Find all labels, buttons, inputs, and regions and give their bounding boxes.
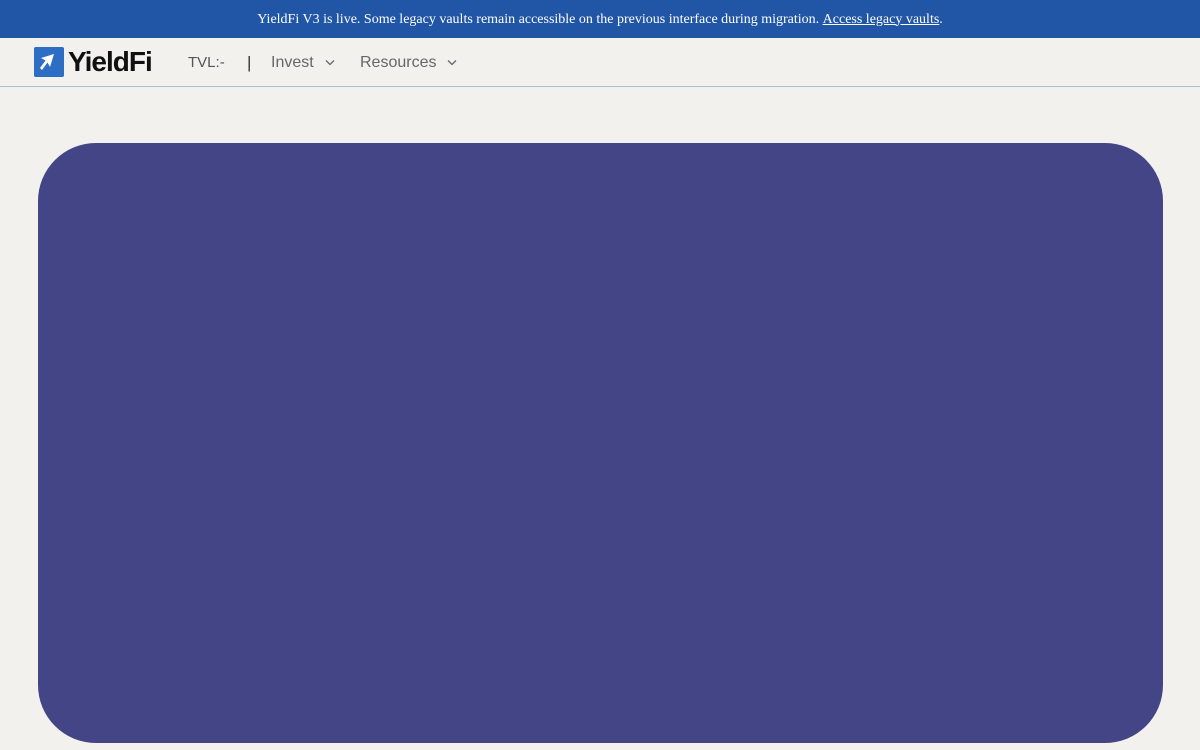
menu-invest-label: Invest	[271, 53, 314, 71]
banner-message: YieldFi V3 is live. Some legacy vaults r…	[257, 11, 820, 27]
access-legacy-vaults-link[interactable]: Access legacy vaults	[823, 12, 940, 28]
nav-separator: |	[247, 38, 251, 87]
yieldfi-logo-icon	[34, 47, 64, 77]
hero-panel	[38, 143, 1163, 743]
chevron-down-icon	[325, 60, 335, 66]
tvl-readout: TVL: -	[188, 38, 225, 87]
chevron-down-icon	[448, 60, 457, 66]
tvl-value: -	[219, 54, 225, 71]
logo[interactable]: YieldFi	[34, 46, 153, 77]
top-navbar	[0, 38, 1200, 87]
menu-resources-label: Resources	[360, 53, 437, 71]
banner-suffix: .	[939, 11, 943, 27]
logo-text: YieldFi	[68, 46, 153, 77]
separator-glyph: |	[247, 52, 252, 72]
menu-invest[interactable]: Invest	[271, 38, 335, 87]
menu-resources[interactable]: Resources	[360, 38, 457, 87]
tvl-label: TVL:	[188, 54, 220, 71]
announcement-banner: YieldFi V3 is live. Some legacy vaults r…	[0, 0, 1200, 38]
